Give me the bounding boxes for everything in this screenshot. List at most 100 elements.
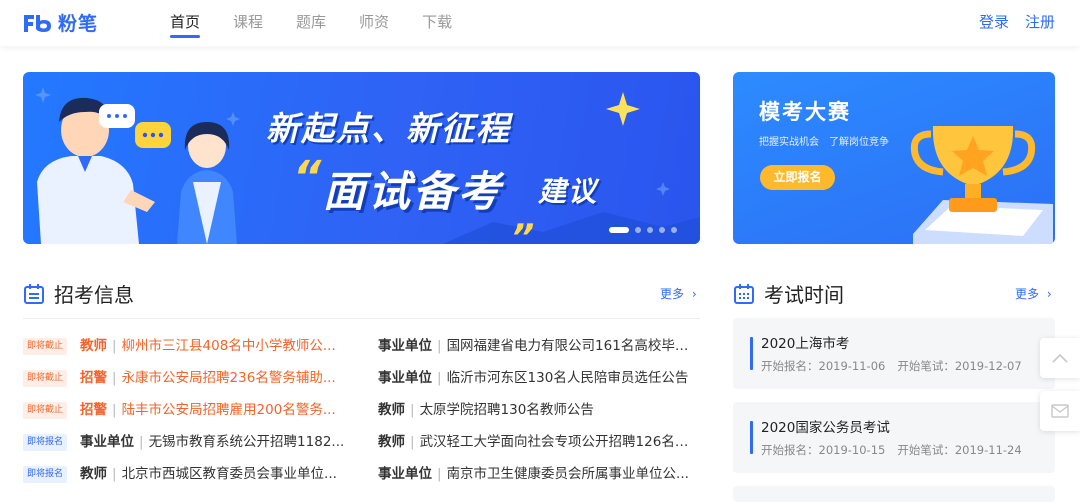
list-item: 即将截止 招警 | 永康市公安局招聘236名警务辅助... 事业单位 | 临沂市河东区1… xyxy=(23,365,713,397)
written-date: 开始笔试：2019-12-07 xyxy=(897,359,1022,373)
exam-card[interactable] xyxy=(733,486,1055,502)
carousel-dot[interactable] xyxy=(609,227,629,233)
category-label: 招警 xyxy=(80,402,107,418)
recruit-title: 太原学院招聘130名教师公告 xyxy=(419,402,594,418)
recruit-link[interactable]: 事业单位 | 无锡市教育系统公开招聘1182... xyxy=(80,429,345,455)
category-label: 事业单位 xyxy=(378,466,432,482)
exam-more-link[interactable]: 更多 › xyxy=(1015,285,1052,302)
carousel-dot[interactable] xyxy=(635,227,641,233)
exam-accent-bar xyxy=(750,337,753,370)
carousel-dot[interactable] xyxy=(671,227,677,233)
recruit-title: 临沂市河东区130名人民陪审员选任公告 xyxy=(446,370,689,386)
recruit-link[interactable]: 教师 | 柳州市三江县408名中小学教师公... xyxy=(80,333,345,359)
more-label: 更多 xyxy=(660,287,685,301)
auth-links: 登录 注册 xyxy=(963,0,1055,44)
recruit-link[interactable]: 事业单位 | 国网福建省电力有限公司161名高校毕业... xyxy=(378,333,700,359)
list-item: 即将报名 事业单位 | 无锡市教育系统公开招聘1182... 教师 | 武汉轻工大学面向… xyxy=(23,429,713,461)
exam-dates: 开始报名：2019-10-15 开始笔试：2019-11-24 xyxy=(761,442,1034,458)
exam-name: 2020国家公务员考试 xyxy=(761,420,890,436)
fb-logo-icon xyxy=(24,14,51,32)
nav-item-home[interactable]: 首页 xyxy=(170,0,201,46)
banner-quote-open: “ xyxy=(293,152,322,203)
trophy-icon xyxy=(910,126,1053,244)
register-link[interactable]: 注册 xyxy=(1025,0,1055,44)
recruit-link[interactable]: 招警 | 陆丰市公安局招聘雇用200名警务... xyxy=(80,397,345,423)
exam-name: 2020上海市考 xyxy=(761,336,850,352)
recruit-section-header: 招考信息 xyxy=(23,279,134,308)
calendar-icon xyxy=(734,283,754,304)
list-item: 即将截止 教师 | 柳州市三江县408名中小学教师公... 事业单位 | 国网福建省电力… xyxy=(23,333,713,365)
recruit-link[interactable]: 招警 | 永康市公安局招聘236名警务辅助... xyxy=(80,365,345,391)
category-label: 事业单位 xyxy=(378,338,432,354)
mail-icon xyxy=(1051,404,1069,418)
mock-exam-banner[interactable]: 模考大赛 把握实战机会 了解岗位竞争 立即报名 xyxy=(733,72,1055,244)
recruit-more-link[interactable]: 更多 › xyxy=(660,285,697,302)
nav-item-question-bank[interactable]: 题库 xyxy=(296,0,326,46)
brand-name: 粉笔 xyxy=(58,13,99,35)
banner-headline: 新起点、新征程 xyxy=(266,109,511,148)
recruit-link[interactable]: 教师 | 太原学院招聘130名教师公告 xyxy=(378,397,700,423)
status-badge: 即将截止 xyxy=(23,370,68,387)
banner-suffix: 建议 xyxy=(538,175,599,208)
category-label: 事业单位 xyxy=(378,370,432,386)
carousel-dot[interactable] xyxy=(647,227,653,233)
written-date: 开始笔试：2019-11-24 xyxy=(897,443,1022,457)
exam-section-title: 考试时间 xyxy=(764,283,844,307)
category-label: 教师 xyxy=(80,466,107,482)
top-navbar: 粉笔 首页 课程 题库 师资 下载 登录 注册 xyxy=(0,0,1080,46)
category-label: 事业单位 xyxy=(80,434,134,450)
category-label: 招警 xyxy=(80,370,107,386)
scroll-top-button[interactable] xyxy=(1040,338,1080,378)
section-divider xyxy=(23,318,700,319)
hero-banner[interactable]: 新起点、新征程 “ 面试备考 „ 建议 xyxy=(23,72,700,244)
login-link[interactable]: 登录 xyxy=(979,0,1009,44)
recruit-title: 无锡市教育系统公开招聘1182... xyxy=(148,434,345,450)
signup-date: 开始报名：2019-10-15 xyxy=(761,443,886,457)
brand-logo[interactable]: 粉笔 xyxy=(22,9,98,36)
recruit-title: 北京市西城区教育委员会事业单位... xyxy=(121,466,337,482)
recruit-title: 永康市公安局招聘236名警务辅助... xyxy=(121,370,336,386)
recruit-title: 国网福建省电力有限公司161名高校毕业... xyxy=(446,338,700,354)
recruit-link[interactable]: 事业单位 | 南京市卫生健康委员会所属事业单位公... xyxy=(378,461,700,487)
main-nav: 首页 课程 题库 师资 下载 xyxy=(170,0,485,46)
recruit-link[interactable]: 教师 | 北京市西城区教育委员会事业单位... xyxy=(80,461,345,487)
chevron-up-icon xyxy=(1052,353,1068,363)
list-item: 即将报名 教师 | 北京市西城区教育委员会事业单位... 事业单位 | 南京市卫生健康委… xyxy=(23,461,713,493)
exam-dates: 开始报名：2019-11-06 开始笔试：2019-12-07 xyxy=(761,358,1034,374)
signup-now-button[interactable]: 立即报名 xyxy=(760,165,835,190)
status-badge: 即将报名 xyxy=(23,466,68,483)
recruit-list: 即将截止 教师 | 柳州市三江县408名中小学教师公... 事业单位 | 国网福建省电力… xyxy=(23,333,713,493)
feedback-button[interactable] xyxy=(1040,391,1080,431)
recruit-title: 武汉轻工大学面向社会专项公开招聘126名专... xyxy=(419,434,700,450)
signup-date: 开始报名：2019-11-06 xyxy=(761,359,886,373)
recruit-section-title: 招考信息 xyxy=(54,283,134,307)
status-badge: 即将截止 xyxy=(23,338,68,355)
mock-exam-title: 模考大赛 xyxy=(759,100,851,124)
nav-item-teachers[interactable]: 师资 xyxy=(359,0,389,46)
status-badge: 即将截止 xyxy=(23,402,68,419)
carousel-dot[interactable] xyxy=(659,227,665,233)
exam-card[interactable]: 2020国家公务员考试 开始报名：2019-10-15 开始笔试：2019-11-… xyxy=(733,402,1055,473)
carousel-dots xyxy=(609,227,683,233)
category-label: 教师 xyxy=(378,402,405,418)
nav-item-courses[interactable]: 课程 xyxy=(233,0,263,46)
category-label: 教师 xyxy=(378,434,405,450)
exam-card[interactable]: 2020上海市考 开始报名：2019-11-06 开始笔试：2019-12-07 xyxy=(733,318,1055,389)
banner-highlight: 面试备考 xyxy=(323,167,504,216)
calendar-list-icon xyxy=(24,283,44,304)
banner-quote-close: „ xyxy=(515,198,539,239)
chevron-right-icon: › xyxy=(691,287,697,301)
more-label: 更多 xyxy=(1015,287,1040,301)
category-label: 教师 xyxy=(80,338,107,354)
recruit-link[interactable]: 教师 | 武汉轻工大学面向社会专项公开招聘126名专... xyxy=(378,429,700,455)
recruit-title: 柳州市三江县408名中小学教师公... xyxy=(121,338,336,354)
exam-section-header: 考试时间 xyxy=(733,279,844,308)
list-item: 即将截止 招警 | 陆丰市公安局招聘雇用200名警务... 教师 | 太原学院招聘130… xyxy=(23,397,713,429)
recruit-link[interactable]: 事业单位 | 临沂市河东区130名人民陪审员选任公告 xyxy=(378,365,700,391)
nav-item-download[interactable]: 下载 xyxy=(422,0,452,46)
recruit-title: 南京市卫生健康委员会所属事业单位公... xyxy=(446,466,689,482)
chevron-right-icon: › xyxy=(1046,287,1052,301)
exam-accent-bar xyxy=(750,421,753,454)
recruit-title: 陆丰市公安局招聘雇用200名警务... xyxy=(121,402,336,418)
mock-exam-subtitle: 把握实战机会 了解岗位竞争 xyxy=(759,137,889,148)
